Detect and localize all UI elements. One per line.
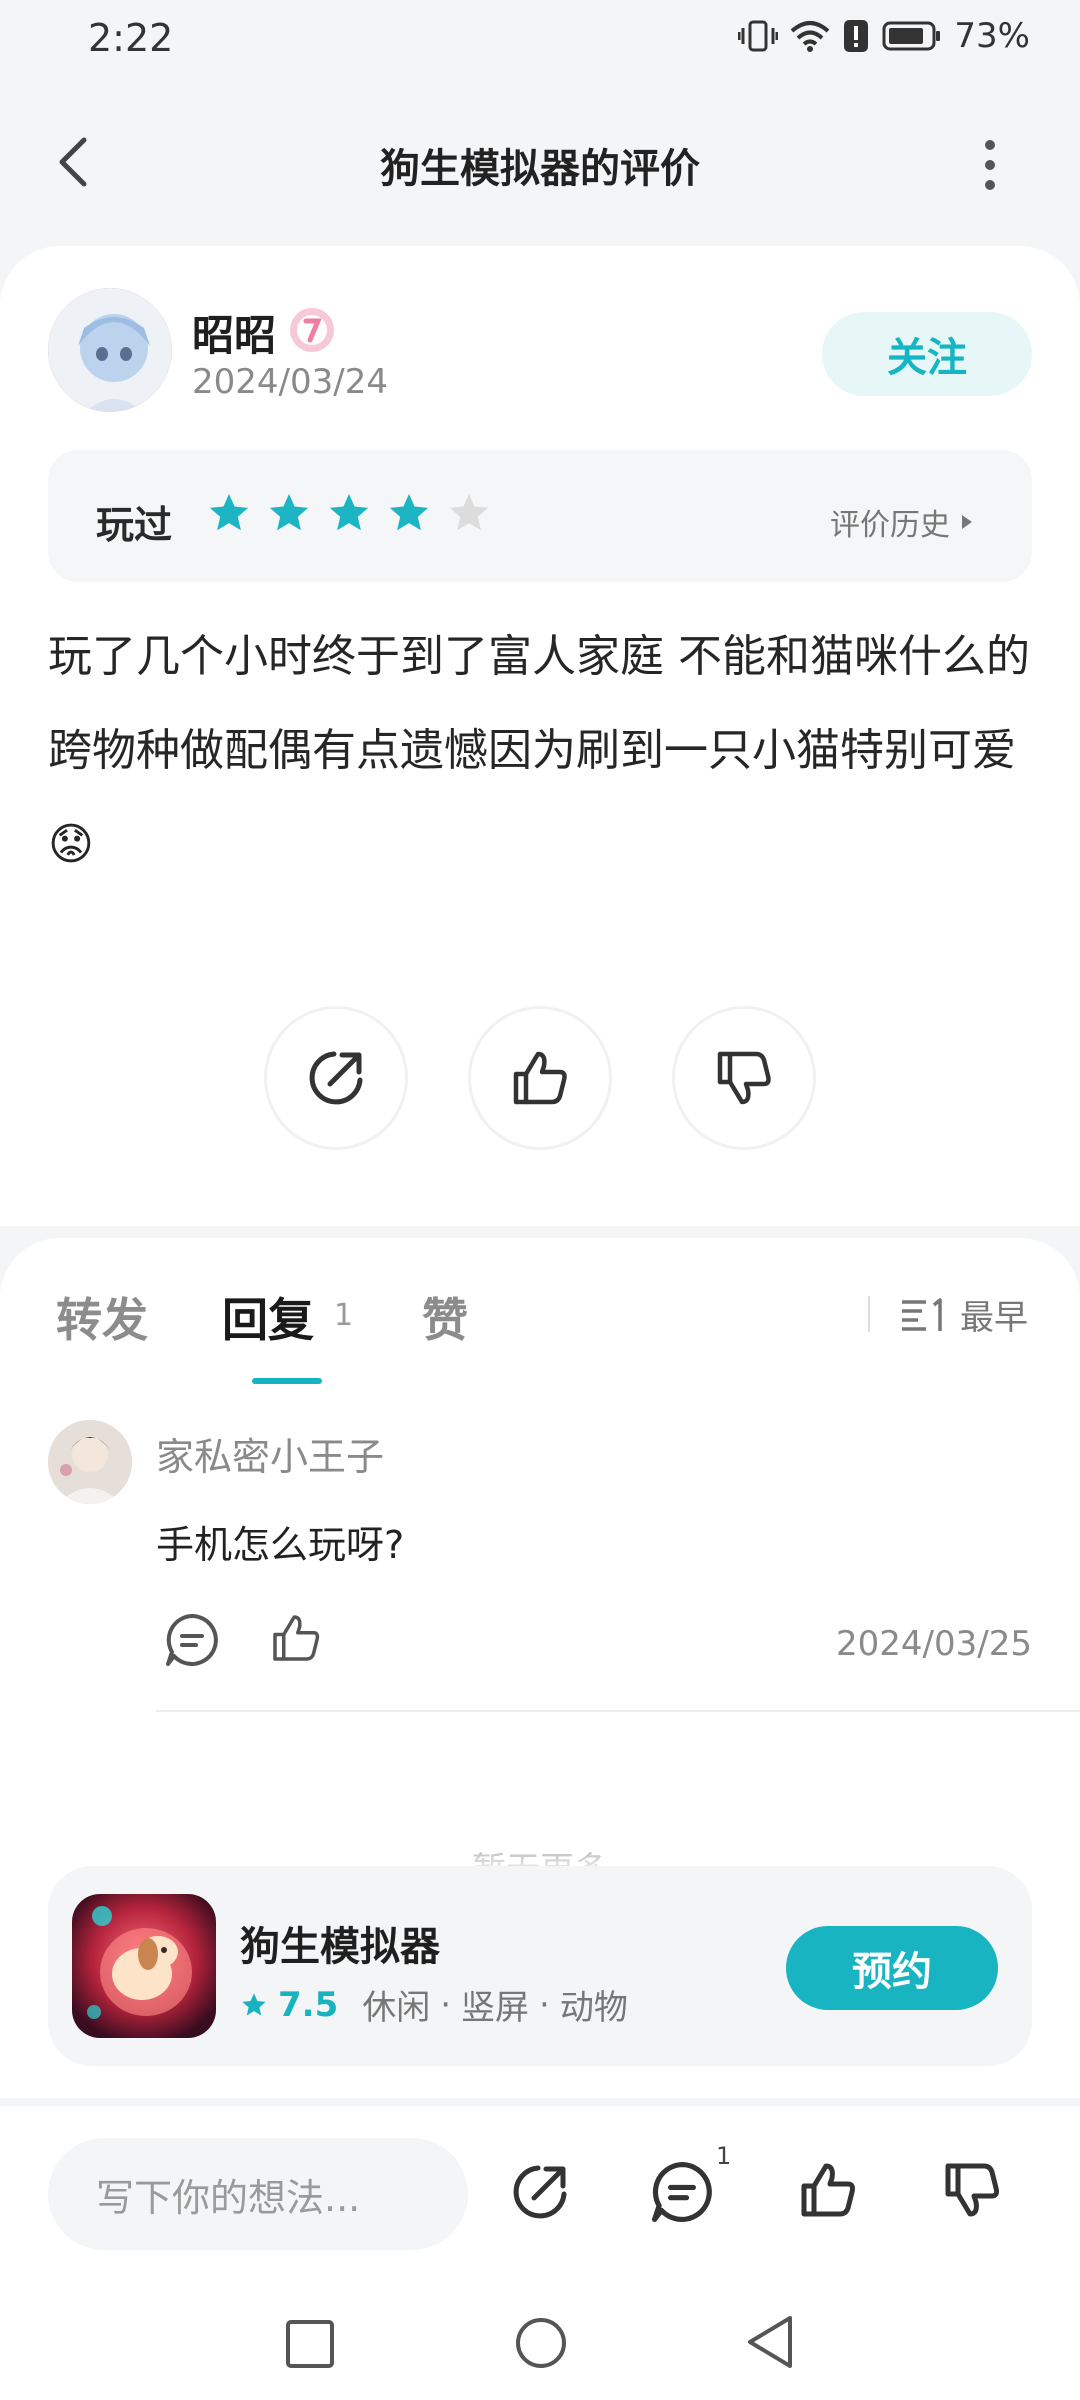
star-filled-icon [389,493,429,531]
wifi-icon [790,19,830,53]
thumbs-up-icon [513,1051,567,1105]
tab-repost[interactable]: 转发 [56,1284,148,1350]
tab-reply-count: 1 [334,1298,354,1333]
battery-percent: 73% [954,16,1030,56]
share-icon [513,2165,567,2219]
thumbs-down-icon [945,2163,999,2217]
sort-control[interactable]: 最早 [900,1290,1028,1339]
user-level-badge [286,304,338,356]
active-tab-indicator [252,1378,322,1384]
dislike-button[interactable] [672,1006,816,1150]
thumbs-down-icon [717,1051,771,1105]
share-icon [309,1051,363,1105]
bottom-share-button[interactable] [508,2160,572,2224]
sort-icon [902,1297,942,1331]
username[interactable]: 昭昭 [192,302,276,363]
review-text: 玩了几个小时终于到了富人家庭 不能和猫咪什么的跨物种做配偶有点遗憾因为刷到一只小… [48,631,1030,870]
nav-home-button[interactable] [514,2316,568,2370]
reply-user-avatar[interactable] [48,1420,132,1504]
page-title: 狗生模拟器的评价 [380,146,700,192]
share-button[interactable] [264,1006,408,1150]
user-avatar[interactable] [44,284,176,416]
star-empty-icon [449,493,489,531]
comment-input[interactable]: 写下你的想法... [48,2138,468,2250]
like-button[interactable] [468,1006,612,1150]
reply-text: 手机怎么玩呀? [156,1523,405,1567]
circle-icon [516,2318,566,2368]
rating-history-label: 评价历史 [830,508,950,543]
sort-divider [868,1296,870,1332]
vibrate-icon [738,18,779,54]
star-icon [242,1992,266,2015]
thumbs-up-icon [273,1615,320,1661]
bottom-like-button[interactable] [796,2158,860,2222]
reply-comment-button[interactable] [164,1612,220,1668]
bottom-comment-count: 1 [716,2142,732,2170]
status-icons: 73% [738,16,1030,56]
review-date: 2024/03/24 [192,362,388,402]
played-label: 玩过 [96,503,173,547]
nav-recents-button[interactable] [284,2318,336,2370]
game-tag: 竖屏 [461,1988,530,2028]
tag-separator: · [440,1984,452,2025]
alert-icon [842,18,870,54]
game-tag: 动物 [559,1988,628,2028]
reply-like-button[interactable] [268,1610,324,1666]
reply-date: 2024/03/25 [836,1624,1032,1664]
more-vertical-icon [985,140,995,190]
game-score: 7.5 [278,1984,339,2025]
tab-like[interactable]: 赞 [422,1284,468,1350]
game-icon[interactable] [72,1894,216,2038]
reserve-button[interactable]: 预约 [786,1926,998,2010]
tab-reply[interactable]: 回复 [222,1284,314,1350]
comment-icon [166,1614,218,1666]
game-name[interactable]: 狗生模拟器 [240,1914,440,1972]
star-filled-icon [329,493,369,531]
square-icon [286,2320,334,2368]
reply-divider [156,1710,1080,1712]
thumbs-up-icon [801,2163,855,2217]
bottom-dislike-button[interactable] [940,2158,1004,2222]
comment-icon [652,2162,712,2222]
game-meta: 7.5 休闲 · 竖屏 · 动物 [240,1980,628,2029]
sort-label: 最早 [960,1298,1028,1338]
reply-username[interactable]: 家私密小王子 [156,1426,384,1481]
star-filled-icon [209,493,249,531]
triangle-right-icon [962,515,972,529]
rating-stars [206,490,492,536]
star-filled-icon [269,493,309,531]
status-time: 2:22 [88,16,174,60]
more-options-button[interactable] [978,138,1002,192]
rating-history-link[interactable]: 评价历史 [830,500,974,544]
bottom-comment-button[interactable] [650,2160,714,2224]
game-tag: 休闲 [362,1988,431,2028]
nav-back-button[interactable] [744,2312,796,2372]
triangle-left-icon [748,2316,792,2368]
tag-separator: · [539,1984,550,2025]
battery-icon [882,19,942,53]
follow-button[interactable]: 关注 [822,312,1032,396]
